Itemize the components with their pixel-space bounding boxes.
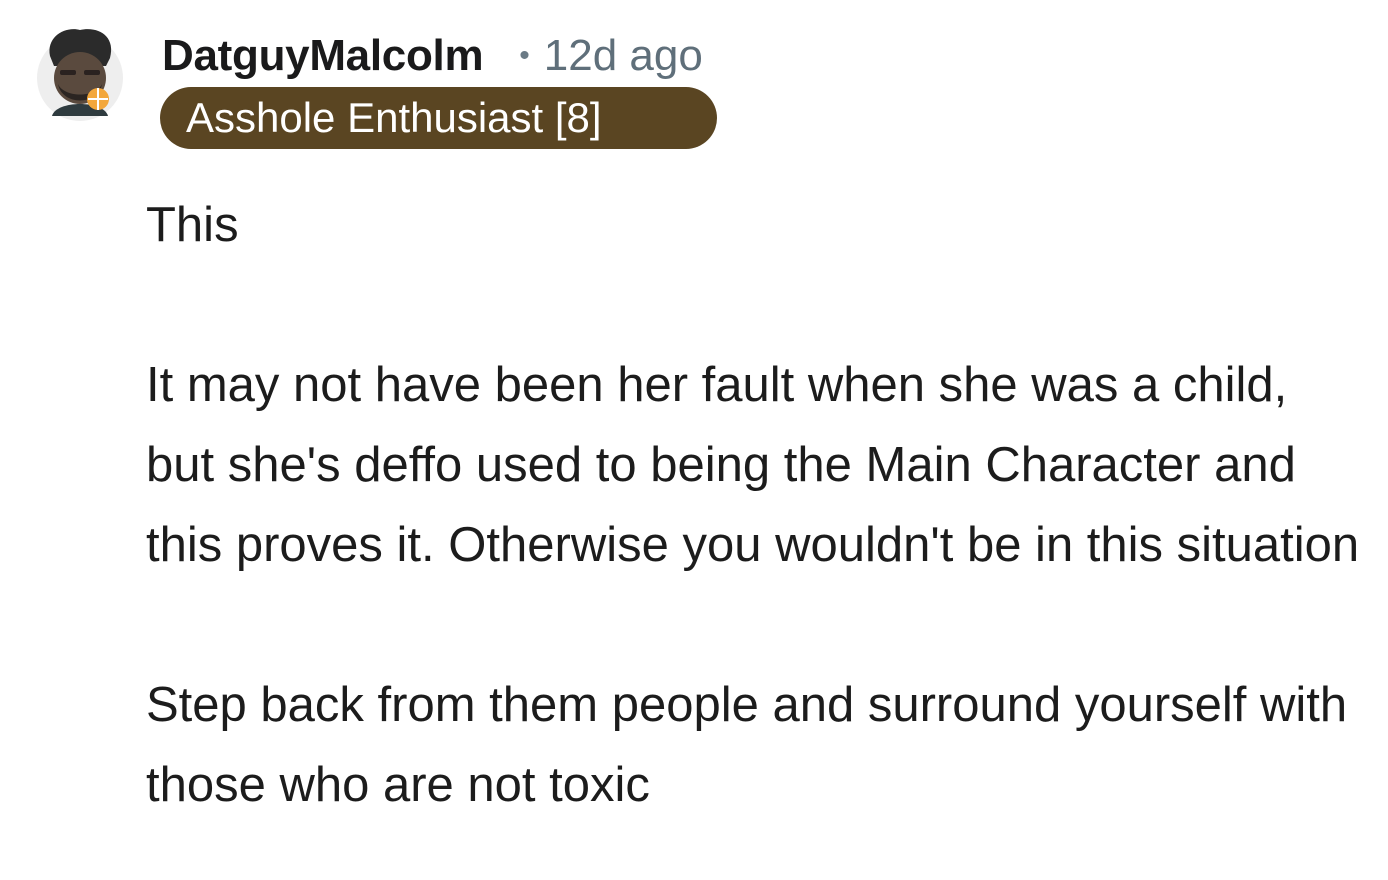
comment-meta: DatguyMalcolm • 12d ago: [162, 28, 703, 84]
comment-paragraph: It may not have been her fault when she …: [146, 358, 1360, 572]
comment-paragraph: Step back from them people and surround …: [146, 678, 1348, 812]
comment-paragraph: This: [146, 198, 239, 252]
meta-separator: •: [519, 39, 530, 72]
comment: DatguyMalcolm • 12d ago Asshole Enthusia…: [0, 0, 1388, 880]
comment-body: This It may not have been her fault when…: [146, 185, 1366, 825]
user-avatar-icon: [37, 29, 123, 121]
timestamp[interactable]: 12d ago: [544, 31, 703, 81]
avatar[interactable]: [36, 26, 124, 122]
user-flair-badge: Asshole Enthusiast [8]: [160, 87, 717, 149]
username-link[interactable]: DatguyMalcolm: [162, 31, 484, 81]
